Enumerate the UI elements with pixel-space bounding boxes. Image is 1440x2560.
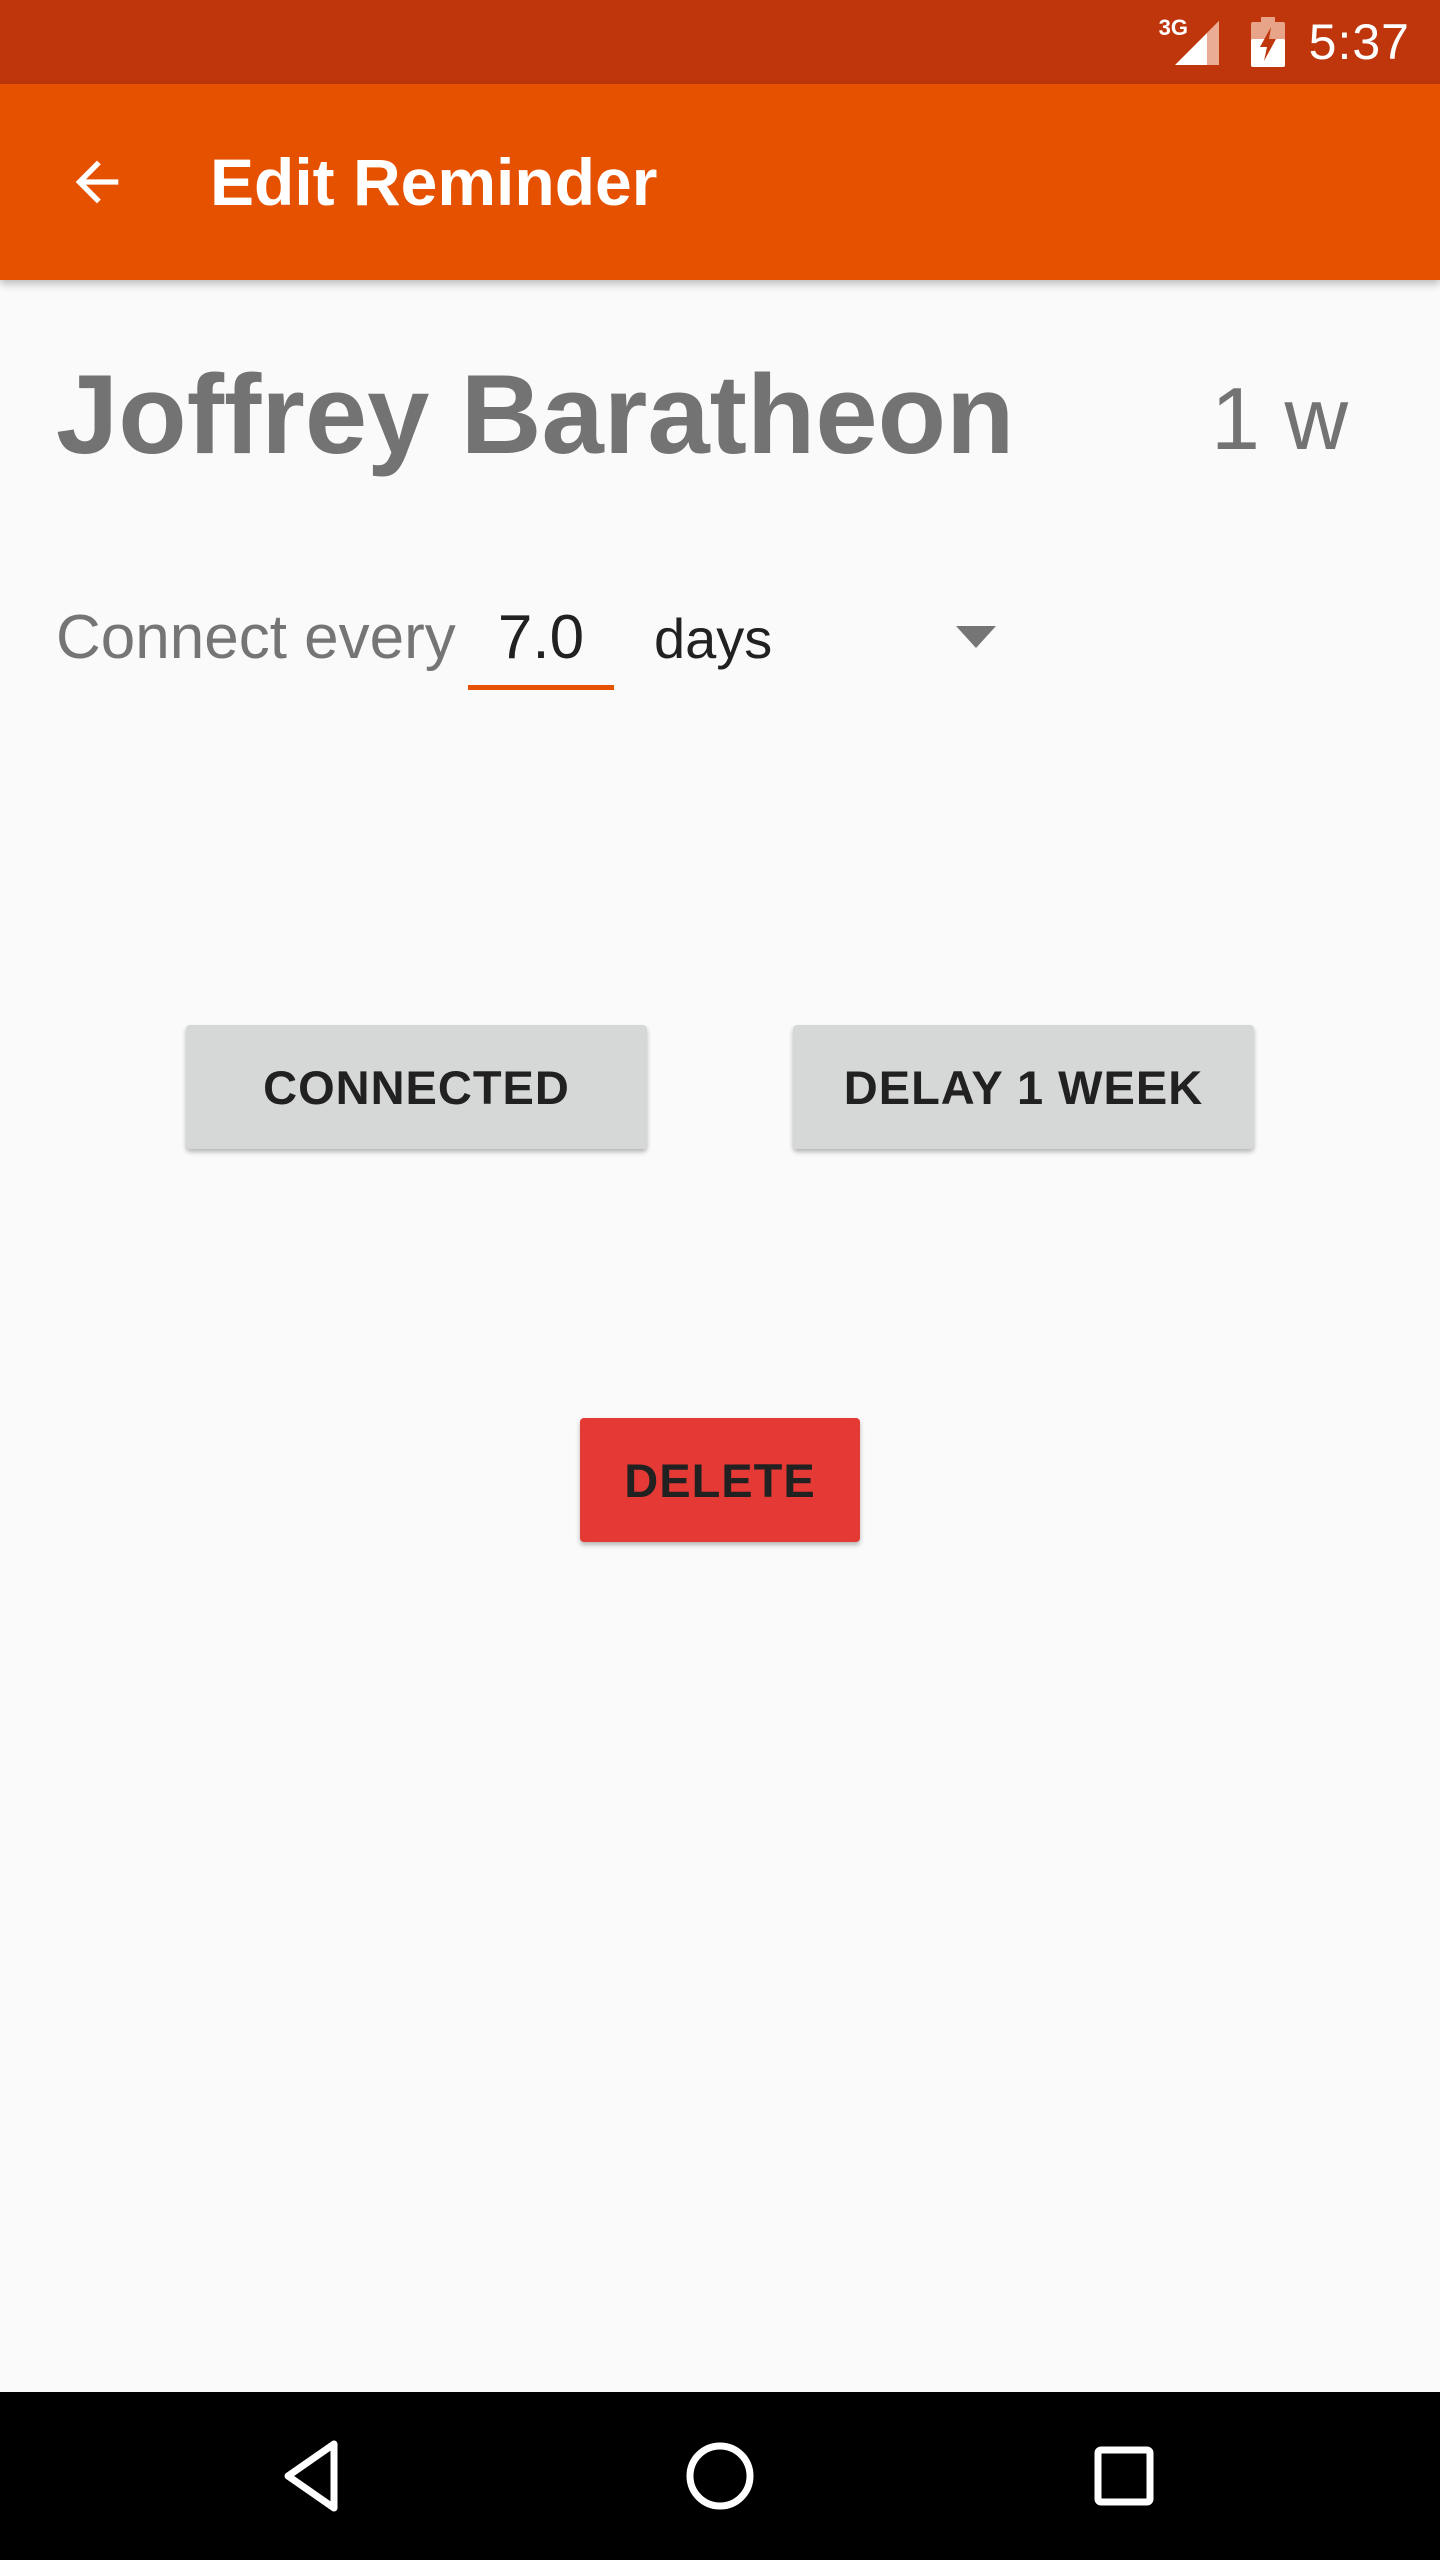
unit-selected-value: days xyxy=(654,607,773,670)
app-bar: Edit Reminder xyxy=(0,84,1440,280)
status-time: 5:37 xyxy=(1308,14,1410,70)
interval-row: Connect every days xyxy=(56,590,996,700)
contact-name: Joffrey Baratheon xyxy=(56,352,1015,477)
battery-charging-icon xyxy=(1250,17,1285,67)
delete-button[interactable]: DELETE xyxy=(580,1418,860,1542)
page-title: Edit Reminder xyxy=(210,145,658,219)
nav-home-icon[interactable] xyxy=(670,2426,770,2526)
delay-1-week-button[interactable]: DELAY 1 WEEK xyxy=(793,1025,1254,1149)
unit-dropdown[interactable]: days xyxy=(654,590,1006,690)
nav-recents-icon[interactable] xyxy=(1074,2426,1174,2526)
navigation-bar xyxy=(0,2392,1440,2560)
interval-input[interactable] xyxy=(468,590,614,690)
chevron-down-icon xyxy=(956,626,996,648)
nav-back-icon[interactable] xyxy=(266,2426,366,2526)
status-bar: 3G 5:37 xyxy=(0,0,1440,84)
signal-icon: 3G xyxy=(1159,15,1225,67)
edit-reminder-screen: 3G 5:37 Edit Reminder Joffrey Baratheon … xyxy=(0,0,1440,2560)
connected-button[interactable]: CONNECTED xyxy=(186,1025,647,1149)
elapsed-time: 1 w xyxy=(1211,369,1348,468)
arrow-back-icon xyxy=(75,160,119,204)
back-button[interactable] xyxy=(37,122,157,242)
connect-every-label: Connect every xyxy=(56,603,456,672)
